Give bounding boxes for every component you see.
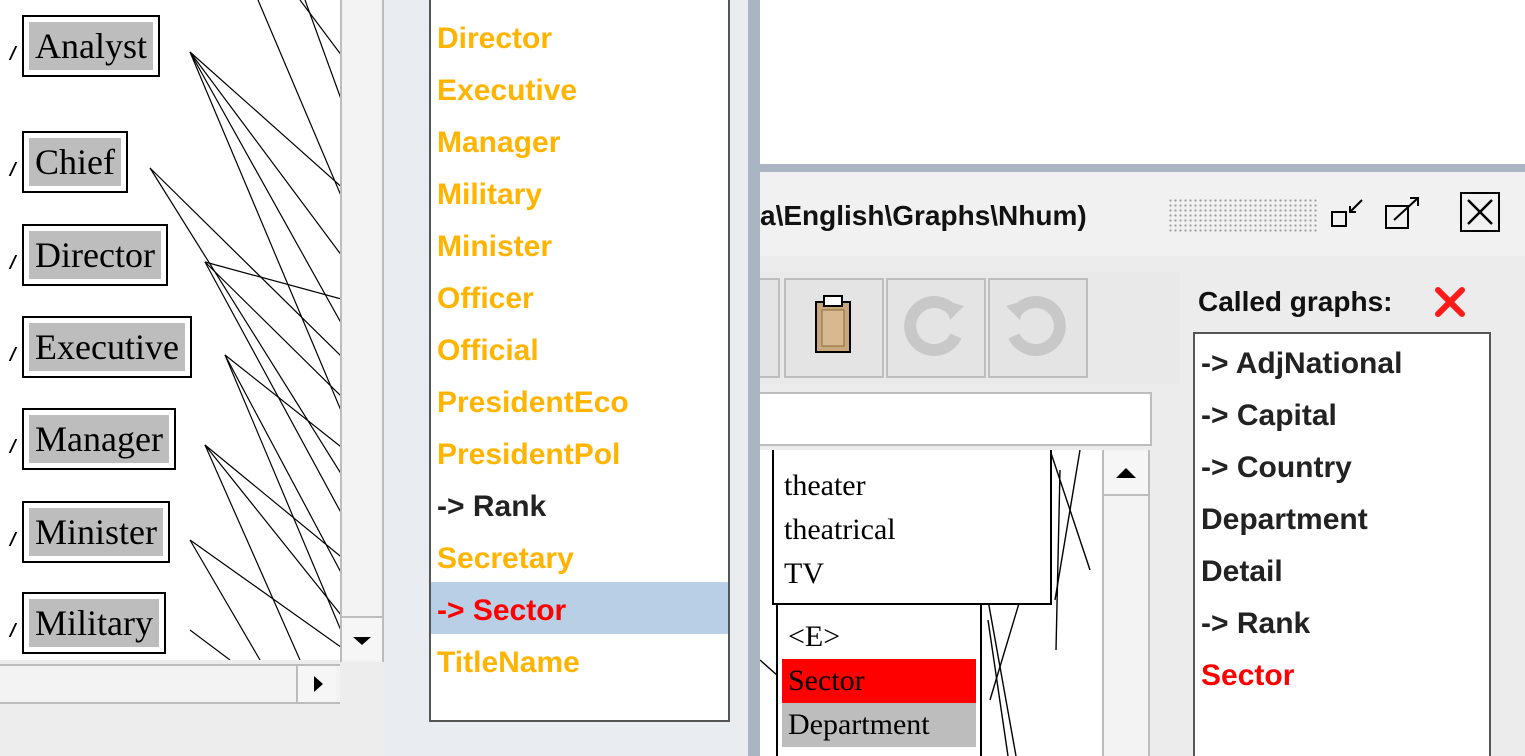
called-graph-item[interactable]: -> Rank — [1201, 598, 1310, 650]
window-top-border — [760, 164, 1525, 172]
called-graph-item[interactable]: Detail — [1201, 546, 1283, 598]
minimize-button[interactable] — [1324, 192, 1368, 236]
graph-node-label: Chief — [29, 138, 121, 186]
paste-icon — [815, 295, 851, 353]
scroll-up-button[interactable] — [1104, 452, 1148, 496]
close-button[interactable] — [1460, 192, 1500, 232]
graph-node[interactable]: Analyst — [22, 15, 160, 77]
called-graph-item[interactable]: -> AdjNational — [1201, 338, 1402, 390]
graph-list-item[interactable]: Director — [437, 13, 552, 65]
called-graph-item[interactable]: Sector — [1201, 650, 1294, 702]
graph-node-label: Military — [29, 599, 159, 647]
graph-list-item[interactable]: Manager — [437, 117, 560, 169]
called-graphs-label: Called graphs: — [1198, 286, 1393, 317]
maximize-button[interactable] — [1380, 192, 1424, 236]
graph-list-item[interactable]: Military — [437, 169, 542, 221]
graph-box-line: theater — [784, 469, 866, 502]
scroll-right-arrow-icon — [314, 676, 323, 692]
toolbar-button[interactable] — [760, 278, 780, 378]
graph-node-label: Manager — [29, 415, 169, 463]
graph-list-item[interactable]: TitleName — [437, 637, 580, 689]
redo-icon — [904, 296, 964, 357]
graph-box-line: TV — [784, 557, 824, 590]
box-content-field[interactable] — [760, 392, 1152, 446]
undo-icon — [1006, 296, 1066, 357]
graph-node[interactable]: Executive — [22, 316, 192, 378]
scroll-right-button[interactable] — [296, 666, 336, 702]
graph-box-line-selected: Department — [782, 703, 976, 747]
graph-node[interactable]: Manager — [22, 408, 176, 470]
graph-list-item[interactable]: Executive — [437, 65, 577, 117]
graph-list-item[interactable]: Secretary — [437, 533, 574, 585]
undo-button[interactable] — [988, 278, 1088, 378]
graph-node[interactable]: Minister — [22, 501, 170, 563]
graph-box-line: theatrical — [784, 513, 896, 546]
graph-list-item-selected[interactable]: -> Sector — [437, 585, 566, 637]
window-title: a\English\Graphs\Nhum) — [760, 200, 1087, 231]
graph-box-upper[interactable]: theater theatrical TV — [772, 450, 1052, 605]
red-x-icon — [1435, 287, 1465, 317]
graph-list-item[interactable]: -> Rank — [437, 481, 546, 533]
scroll-down-arrow-icon — [353, 637, 371, 645]
graph-list-item[interactable]: Minister — [437, 221, 552, 273]
called-graphs-list[interactable]: -> AdjNational -> Capital -> Country Dep… — [1193, 332, 1491, 756]
paste-button[interactable] — [784, 278, 884, 378]
titlebar-grip — [1168, 198, 1318, 234]
graph-box-line: <E> — [788, 620, 841, 653]
close-called-graphs-button[interactable] — [1432, 284, 1468, 320]
graph-list-item[interactable]: Officer — [437, 273, 534, 325]
maximize-icon — [1385, 197, 1419, 229]
graph-node[interactable]: Military — [22, 592, 166, 654]
redo-button[interactable] — [886, 278, 986, 378]
graph-box-lower[interactable]: <E> Sector Department — [776, 603, 982, 756]
graph-node-label: Director — [29, 231, 161, 279]
graph-node-label: Minister — [29, 508, 163, 556]
horizontal-scrollbar[interactable] — [0, 664, 340, 704]
scroll-down-button[interactable] — [342, 616, 382, 660]
vertical-scrollbar[interactable] — [340, 0, 384, 662]
graph-list-item[interactable]: PresidentPol — [437, 429, 620, 481]
scroll-up-arrow-icon — [1116, 468, 1136, 478]
graph-list[interactable]: Director Executive Manager Military Mini… — [429, 0, 730, 722]
graph-box-line-highlighted: Sector — [782, 659, 976, 703]
called-graph-item[interactable]: -> Country — [1201, 442, 1352, 494]
called-graph-item[interactable]: -> Capital — [1201, 390, 1337, 442]
window-border — [748, 0, 760, 756]
graph-list-item[interactable]: PresidentEco — [437, 377, 629, 429]
minimize-icon — [1331, 199, 1363, 227]
called-graph-item[interactable]: Department — [1201, 494, 1368, 546]
graph-node[interactable]: Director — [22, 224, 168, 286]
graph-node-label: Executive — [29, 323, 185, 371]
graph-node-label: Analyst — [29, 22, 153, 70]
close-icon — [1467, 199, 1493, 225]
graph-node[interactable]: Chief — [22, 131, 128, 193]
graph-list-item[interactable]: Official — [437, 325, 539, 377]
